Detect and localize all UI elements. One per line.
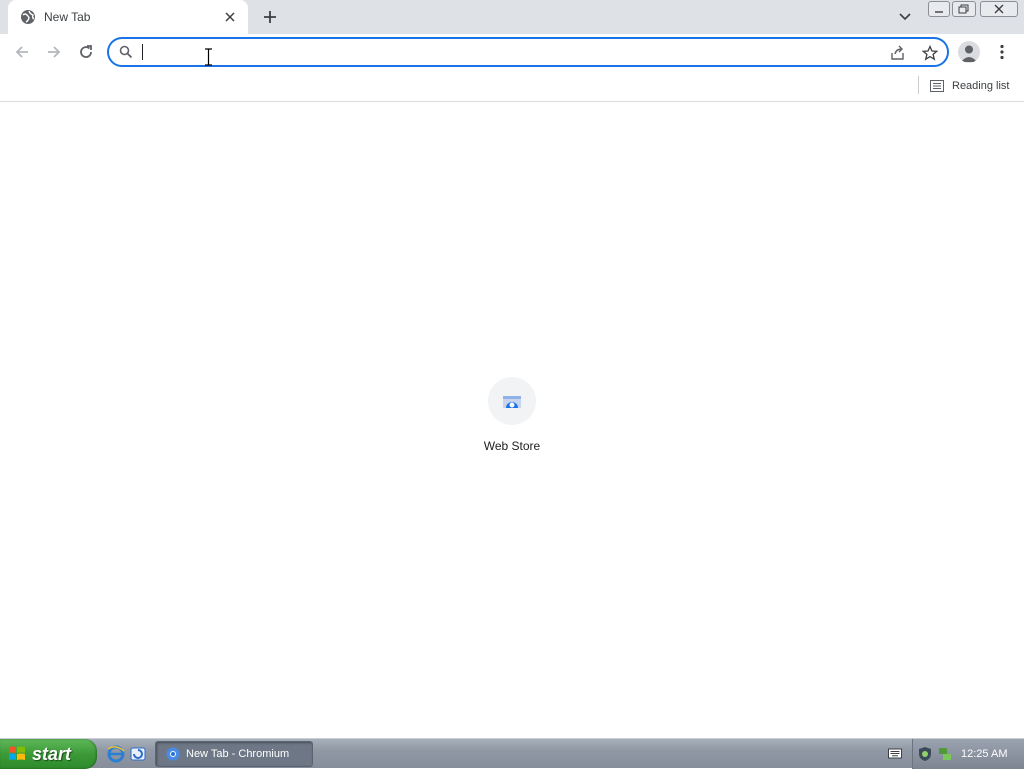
reload-button[interactable] [74,40,98,64]
reading-list-label: Reading list [952,80,1010,92]
new-tab-button[interactable] [258,5,282,29]
address-input[interactable] [141,42,881,62]
plus-icon [264,11,276,23]
system-tray: 12:25 AM [912,739,1024,769]
share-icon[interactable] [889,44,907,62]
forward-button[interactable] [42,40,66,64]
chevron-down-icon [899,13,911,21]
profile-button[interactable] [958,41,980,63]
star-icon[interactable] [921,44,939,62]
network-icon[interactable] [937,746,953,762]
keyboard-icon[interactable] [888,746,902,760]
shortcut-web-store[interactable]: Web Store [472,377,552,453]
windows-logo-icon [9,746,25,760]
tab-strip: New Tab [0,0,1024,34]
restore-icon [958,4,969,14]
internet-explorer-icon[interactable] [107,745,125,763]
new-tab-page: Web Store [0,103,1024,738]
profile-icon [961,45,977,62]
close-window-button[interactable] [980,1,1018,17]
i-beam-cursor-icon [205,48,212,66]
menu-button[interactable] [994,40,1010,64]
reading-list-button[interactable]: Reading list [926,75,1013,97]
reading-list-icon [930,80,944,92]
more-vert-icon [1000,44,1004,60]
close-tab-icon[interactable] [222,9,238,25]
bookmarks-separator [918,76,919,94]
clock: 12:25 AM [961,748,1008,760]
web-store-icon [503,396,521,408]
restore-button[interactable] [952,1,976,17]
back-button[interactable] [10,40,34,64]
tab-title: New Tab [44,10,91,24]
omnibox[interactable] [107,37,949,67]
shortcut-tile [488,377,536,425]
start-button[interactable]: start [0,739,97,769]
arrow-back-icon [15,46,28,58]
start-label: start [32,743,72,764]
tab-search-button[interactable] [894,6,916,28]
arrow-forward-icon [48,46,61,58]
minimize-button[interactable] [928,1,950,17]
search-icon [119,45,133,59]
close-icon [994,4,1004,14]
minimize-icon [935,11,943,13]
tab-new-tab[interactable]: New Tab [8,0,248,34]
security-shield-icon[interactable] [917,746,933,762]
globe-icon [20,9,36,25]
reload-icon [80,45,92,58]
shortcut-label: Web Store [483,439,541,453]
taskbar-window-chromium[interactable]: New Tab - Chromium [155,741,313,767]
bookmarks-bar: Reading list [0,70,1024,102]
chromium-icon [166,747,180,761]
taskbar: start New Tab - Chromium 12:25 AM [0,738,1024,769]
taskbar-window-label: New Tab - Chromium [186,748,290,760]
outlook-express-icon[interactable] [129,745,147,763]
text-caret [142,44,143,60]
toolbar [0,34,1024,70]
